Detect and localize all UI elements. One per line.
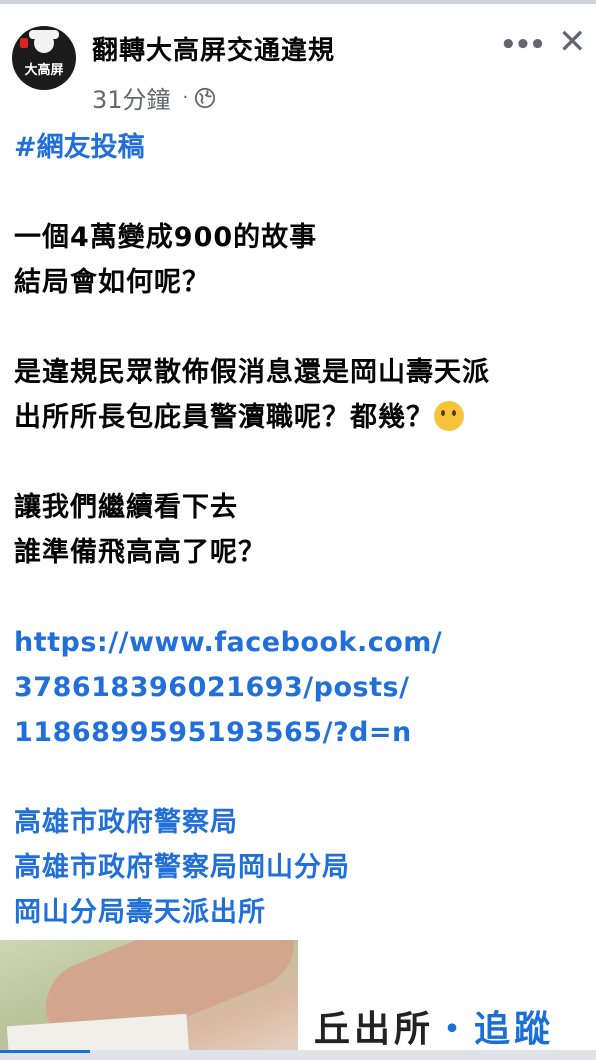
screenshot-bg: 丘出所・追蹤 (304, 940, 596, 1060)
screenshot-text: 丘出所・追蹤 (314, 1000, 554, 1052)
post-line: 誰準備飛高高了呢？ (14, 537, 266, 568)
url-link[interactable]: https://www.facebook.com/ (14, 620, 584, 665)
close-button[interactable]: ✕ (558, 22, 587, 62)
meta-dot: · (182, 87, 189, 108)
bottom-bar (0, 1050, 596, 1060)
screenshot-text-blue: ・追蹤 (434, 1009, 555, 1050)
avatar-label: 大高屏 (24, 63, 64, 78)
post-line: 是違規民眾散佈假消息還是岡山壽天派 (14, 357, 490, 388)
media-preview: 丘出所・追蹤 (0, 940, 596, 1060)
avatar-face (34, 33, 54, 53)
post-header: 大高屏 翻轉大高屏交通違規 31分鐘 · ••• ✕ (12, 22, 587, 115)
top-divider (0, 0, 596, 4)
more-options-button[interactable]: ••• (500, 30, 546, 60)
post-line: 一個4萬變成900的故事 (14, 222, 318, 253)
photo-thumbnail[interactable] (0, 940, 298, 1060)
page-avatar[interactable]: 大高屏 (12, 26, 76, 90)
screenshot-text-black: 丘出所 (314, 1009, 435, 1050)
post-line: 讓我們繼續看下去 (14, 492, 238, 523)
post-line-with-emoji: 出所所長包庇員警瀆職呢？都幾？ (14, 395, 584, 440)
post-line: 結局會如何呢？ (14, 267, 210, 298)
post-line-text: 出所所長包庇員警瀆職呢？都幾？ (14, 402, 434, 433)
tagged-page-link[interactable]: 高雄市政府警察局 (14, 800, 584, 845)
shushing-face-emoji (434, 401, 464, 431)
tagged-page-link[interactable]: 岡山分局壽天派出所 (14, 890, 584, 935)
url-link[interactable]: 1186899595193565/?d=n (14, 710, 584, 755)
post-body: #網友投稿 一個4萬變成900的故事 結局會如何呢？ 是違規民眾散佈假消息還是岡… (14, 125, 584, 935)
hashtag-link[interactable]: #網友投稿 (14, 125, 584, 170)
post-time[interactable]: 31分鐘 (92, 80, 171, 115)
screenshot-thumbnail[interactable]: 丘出所・追蹤 (304, 940, 596, 1060)
post-meta: 31分鐘 · (92, 80, 216, 115)
bottom-bar-indicator (0, 1050, 90, 1053)
avatar-siren (20, 38, 28, 48)
tagged-page-link[interactable]: 高雄市政府警察局岡山分局 (14, 845, 584, 890)
page-name-link[interactable]: 翻轉大高屏交通違規 (92, 30, 335, 67)
globe-icon (195, 87, 216, 108)
url-link[interactable]: 378618396021693/posts/ (14, 665, 584, 710)
